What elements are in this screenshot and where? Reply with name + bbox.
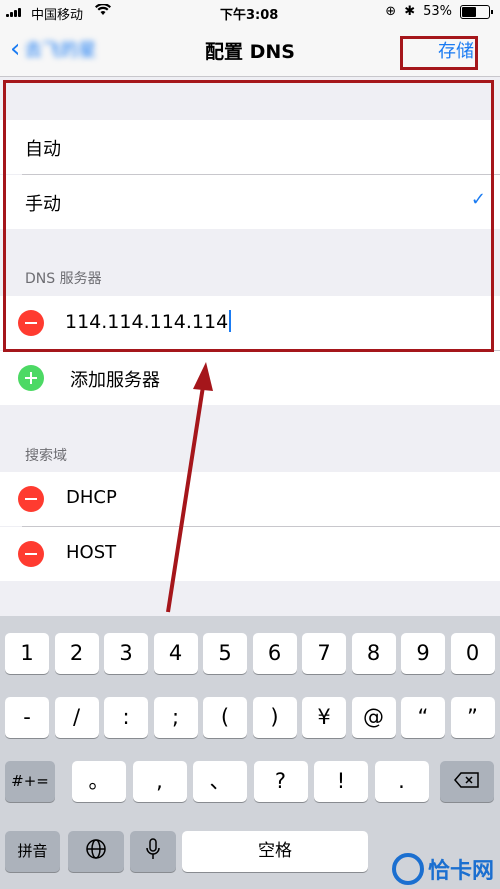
key-row1-3[interactable]: 4: [153, 633, 198, 674]
backspace-icon: [454, 763, 480, 788]
key-row1-6[interactable]: 7: [302, 633, 346, 674]
globe-icon: [85, 839, 107, 860]
key-row3-5[interactable]: .: [374, 761, 429, 802]
key-row3-1[interactable]: ,: [132, 761, 187, 802]
symbols-key[interactable]: #+=: [5, 761, 55, 802]
key-row2-6[interactable]: ¥: [302, 697, 346, 738]
microphone-icon: [146, 838, 160, 860]
key-row2-0[interactable]: -: [5, 697, 49, 738]
key-row2-9[interactable]: ”: [450, 697, 495, 738]
key-row1-1[interactable]: 2: [54, 633, 99, 674]
key-row2-5[interactable]: ): [252, 697, 297, 738]
key-row2-4[interactable]: (: [203, 697, 247, 738]
key-row2-7[interactable]: @: [351, 697, 396, 738]
key-row3-3[interactable]: ?: [253, 761, 308, 802]
space-key[interactable]: 空格: [182, 831, 368, 872]
globe-key[interactable]: [68, 831, 124, 872]
key-row1-7[interactable]: 8: [351, 633, 396, 674]
key-row1-5[interactable]: 6: [252, 633, 297, 674]
key-row1-4[interactable]: 5: [203, 633, 247, 674]
key-row3-4[interactable]: !: [314, 761, 368, 802]
key-row2-1[interactable]: /: [54, 697, 99, 738]
watermark-logo-icon: [391, 853, 424, 885]
key-row1-0[interactable]: 1: [5, 633, 49, 674]
key-row3-2[interactable]: 、: [193, 761, 247, 802]
key-row2-8[interactable]: “: [401, 697, 445, 738]
key-row1-9[interactable]: 0: [450, 633, 495, 674]
key-row2-3[interactable]: ;: [153, 697, 198, 738]
key-row3-0[interactable]: 。: [72, 761, 126, 802]
watermark-text: 恰卡网: [427, 859, 494, 884]
watermark: 恰卡网: [391, 853, 494, 885]
keyboard: 1234567890 - /:;() ¥ @ “” #+= 。,、?!. 拼音 空格: [0, 616, 500, 889]
microphone-key[interactable]: [130, 831, 176, 872]
pinyin-key[interactable]: 拼音: [5, 831, 60, 872]
key-row1-8[interactable]: 9: [401, 633, 445, 674]
key-row2-2[interactable]: :: [104, 697, 148, 738]
backspace-key[interactable]: [440, 761, 494, 802]
key-row1-2[interactable]: 3: [104, 633, 148, 674]
